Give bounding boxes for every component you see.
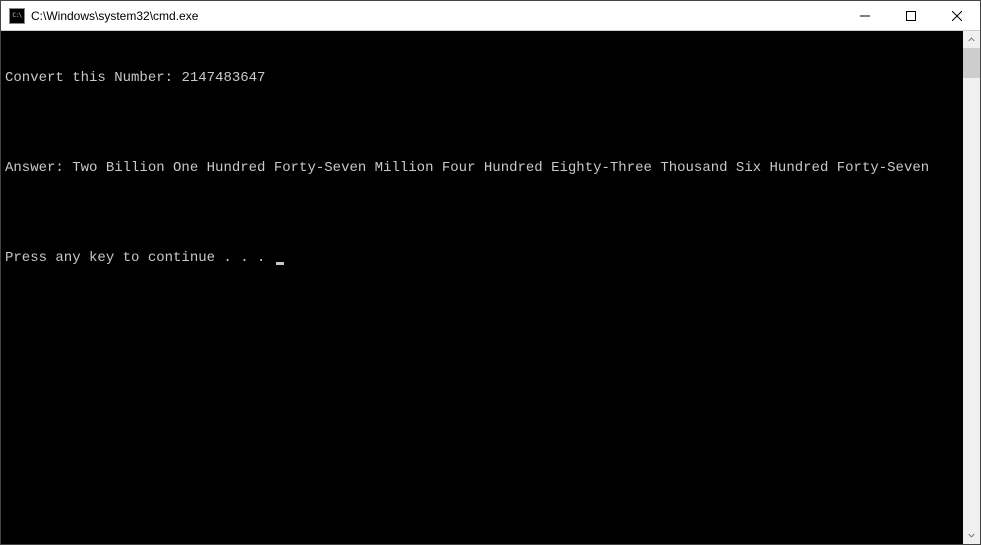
cursor-icon	[276, 262, 284, 265]
titlebar[interactable]: C:\Windows\system32\cmd.exe	[1, 1, 980, 31]
maximize-icon	[906, 11, 916, 21]
chevron-up-icon	[968, 36, 975, 43]
press-key-prompt: Press any key to continue . . .	[5, 250, 274, 266]
scroll-up-button[interactable]	[963, 31, 980, 48]
console-line: Press any key to continue . . .	[5, 249, 959, 267]
cmd-icon	[9, 8, 25, 24]
answer-value: Two Billion One Hundred Forty-Seven Mill…	[72, 160, 929, 176]
console-line: Convert this Number: 2147483647	[5, 69, 959, 87]
content-wrap: Convert this Number: 2147483647 Answer: …	[1, 31, 980, 544]
scroll-thumb[interactable]	[963, 48, 980, 78]
scroll-down-button[interactable]	[963, 527, 980, 544]
scroll-track[interactable]	[963, 48, 980, 527]
prompt-label: Convert this Number:	[5, 70, 181, 86]
input-number: 2147483647	[181, 70, 265, 86]
close-button[interactable]	[934, 1, 980, 30]
window-title: C:\Windows\system32\cmd.exe	[31, 9, 842, 23]
chevron-down-icon	[968, 532, 975, 539]
answer-label: Answer:	[5, 160, 72, 176]
minimize-icon	[860, 11, 870, 21]
maximize-button[interactable]	[888, 1, 934, 30]
console-line: Answer: Two Billion One Hundred Forty-Se…	[5, 159, 959, 177]
console-area[interactable]: Convert this Number: 2147483647 Answer: …	[1, 31, 963, 544]
window-controls	[842, 1, 980, 30]
vertical-scrollbar[interactable]	[963, 31, 980, 544]
minimize-button[interactable]	[842, 1, 888, 30]
close-icon	[952, 11, 962, 21]
window: C:\Windows\system32\cmd.exe Convert this…	[0, 0, 981, 545]
